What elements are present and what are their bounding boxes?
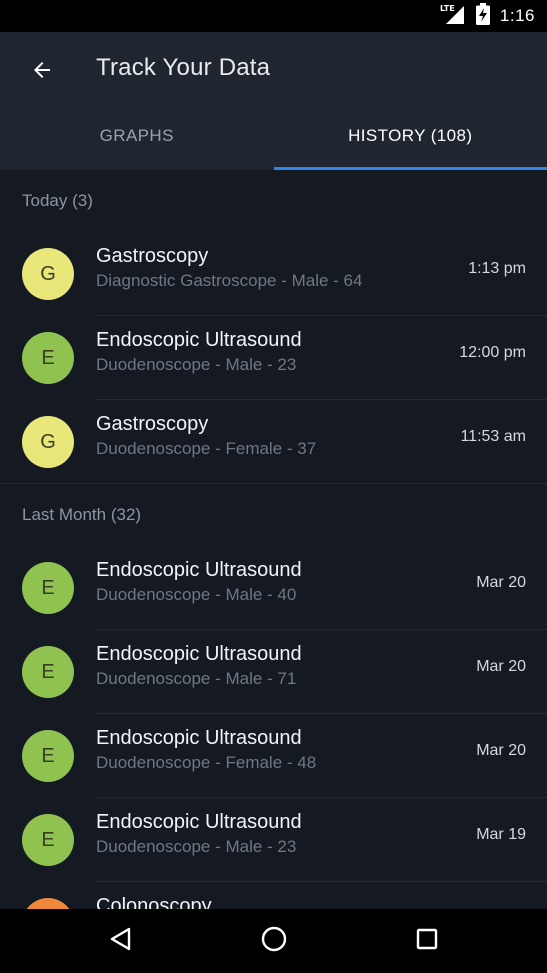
section-header-today: Today (3) — [22, 191, 93, 210]
item-time: 11:53 am — [460, 428, 526, 445]
nav-back-button[interactable] — [91, 911, 151, 971]
avatar: G — [22, 248, 74, 300]
item-subtitle: Duodenoscope - Male - 23 — [96, 355, 297, 374]
item-subtitle: Duodenoscope - Female - 37 — [96, 439, 317, 458]
item-title: Endoscopic Ultrasound — [96, 559, 302, 581]
item-subtitle: Duodenoscope - Male - 40 — [96, 585, 297, 604]
avatar: G — [22, 416, 74, 468]
status-bar: LTE 1:16 — [0, 0, 547, 32]
system-nav-bar — [0, 909, 547, 973]
history-list[interactable]: Today (3) G Gastroscopy Diagnostic Gastr… — [0, 170, 547, 909]
item-title: Endoscopic Ultrasound — [96, 329, 302, 351]
list-item[interactable]: E Endoscopic Ultrasound Duodenoscope - M… — [0, 316, 547, 400]
avatar: E — [22, 562, 74, 614]
avatar: E — [22, 730, 74, 782]
svg-text:LTE: LTE — [440, 4, 455, 13]
avatar: E — [22, 646, 74, 698]
item-title: Endoscopic Ultrasound — [96, 727, 302, 749]
item-title: Endoscopic Ultrasound — [96, 811, 302, 833]
section-header-last-month: Last Month (32) — [22, 505, 142, 524]
square-recents-icon — [415, 927, 439, 956]
tab-bar: GRAPHS HISTORY (108) — [0, 102, 547, 170]
list-item[interactable]: G Gastroscopy Diagnostic Gastroscope - M… — [0, 232, 547, 316]
page-title: Track Your Data — [96, 54, 271, 81]
back-button[interactable] — [22, 52, 62, 92]
item-time: Mar 20 — [476, 658, 526, 675]
tab-graphs[interactable]: GRAPHS — [0, 102, 274, 170]
avatar: E — [22, 332, 74, 384]
list-item[interactable]: E Endoscopic Ultrasound Duodenoscope - F… — [0, 714, 547, 798]
tab-history[interactable]: HISTORY (108) — [273, 102, 547, 170]
nav-home-button[interactable] — [244, 911, 304, 971]
arrow-back-icon — [30, 58, 54, 87]
item-time: 12:00 pm — [459, 344, 526, 361]
list-item[interactable]: E Endoscopic Ultrasound Duodenoscope - M… — [0, 630, 547, 714]
list-item[interactable]: G Gastroscopy Duodenoscope - Female - 37… — [0, 400, 547, 484]
item-subtitle: Duodenoscope - Male - 23 — [96, 837, 297, 856]
item-time: Mar 19 — [476, 826, 526, 843]
app-bar: Track Your Data GRAPHS HISTORY (108) — [0, 32, 547, 170]
item-time: 1:13 pm — [468, 260, 526, 277]
item-time: Mar 20 — [476, 742, 526, 759]
item-time: Mar 20 — [476, 574, 526, 591]
list-item[interactable]: E Endoscopic Ultrasound Duodenoscope - M… — [0, 546, 547, 630]
circle-home-icon — [260, 925, 288, 958]
item-subtitle: Duodenoscope - Male - 71 — [96, 669, 297, 688]
list-item[interactable]: Colonoscopy — [0, 882, 547, 909]
item-title: Gastroscopy — [96, 245, 209, 267]
avatar — [22, 898, 74, 909]
item-subtitle: Diagnostic Gastroscope - Male - 64 — [96, 271, 363, 290]
triangle-back-icon — [108, 926, 134, 957]
signal-icon: LTE — [440, 3, 466, 30]
item-subtitle: Duodenoscope - Female - 48 — [96, 753, 317, 772]
item-title: Colonoscopy — [96, 895, 212, 909]
avatar: E — [22, 814, 74, 866]
battery-charging-icon — [475, 2, 490, 30]
status-time: 1:16 — [499, 6, 535, 25]
item-title: Gastroscopy — [96, 413, 209, 435]
item-title: Endoscopic Ultrasound — [96, 643, 302, 665]
list-item[interactable]: E Endoscopic Ultrasound Duodenoscope - M… — [0, 798, 547, 882]
nav-recents-button[interactable] — [397, 911, 457, 971]
